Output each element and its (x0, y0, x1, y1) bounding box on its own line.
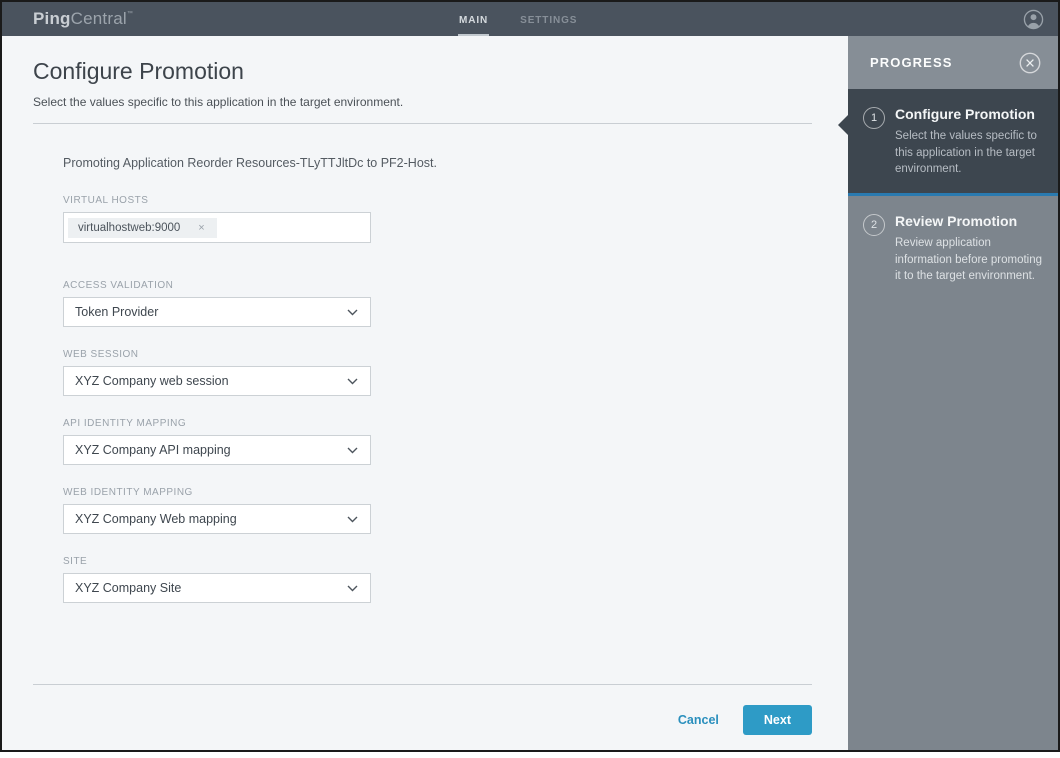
remove-tag-icon[interactable]: × (198, 222, 204, 234)
step-number-badge: 2 (863, 214, 885, 236)
promotion-form: VIRTUAL HOSTS virtualhostweb:9000 × ACCE… (63, 195, 812, 603)
logo-text-light: Central (71, 9, 127, 28)
footer-divider (33, 684, 812, 685)
progress-sidebar: PROGRESS 1 Configure Promotion Select th… (848, 36, 1058, 750)
progress-step-configure-promotion[interactable]: 1 Configure Promotion Select the values … (848, 89, 1058, 196)
web-identity-mapping-value: XYZ Company Web mapping (75, 512, 237, 526)
cancel-button[interactable]: Cancel (678, 713, 719, 727)
header-divider (33, 123, 812, 124)
step-description: Review application information before pr… (895, 235, 1043, 285)
active-step-pointer (838, 115, 848, 135)
api-identity-mapping-select[interactable]: XYZ Company API mapping (63, 435, 371, 465)
page-subtitle: Select the values specific to this appli… (33, 95, 812, 109)
page-title: Configure Promotion (33, 58, 812, 85)
configure-promotion-panel: Configure Promotion Select the values sp… (2, 36, 848, 750)
site-value: XYZ Company Site (75, 581, 181, 595)
access-validation-label: ACCESS VALIDATION (63, 280, 812, 291)
virtual-host-tag-text: virtualhostweb:9000 (78, 222, 180, 234)
web-session-label: WEB SESSION (63, 349, 812, 360)
web-session-select[interactable]: XYZ Company web session (63, 366, 371, 396)
web-identity-mapping-select[interactable]: XYZ Company Web mapping (63, 504, 371, 534)
virtual-hosts-field: VIRTUAL HOSTS virtualhostweb:9000 × (63, 195, 812, 243)
site-field: SITE XYZ Company Site (63, 556, 812, 603)
step-title: Review Promotion (895, 213, 1043, 229)
virtual-hosts-label: VIRTUAL HOSTS (63, 195, 812, 206)
virtual-host-tag: virtualhostweb:9000 × (68, 218, 217, 238)
step-description: Select the values specific to this appli… (895, 128, 1043, 178)
logo-text-bold: Ping (33, 9, 71, 28)
web-identity-mapping-label: WEB IDENTITY MAPPING (63, 487, 812, 498)
site-label: SITE (63, 556, 812, 567)
api-identity-mapping-value: XYZ Company API mapping (75, 443, 231, 457)
step-number-badge: 1 (863, 107, 885, 129)
logo-trademark: ™ (127, 11, 133, 17)
user-account-icon[interactable] (1023, 9, 1044, 30)
web-identity-mapping-field: WEB IDENTITY MAPPING XYZ Company Web map… (63, 487, 812, 534)
tab-settings[interactable]: SETTINGS (519, 2, 578, 36)
progress-header: PROGRESS (848, 36, 1058, 89)
footer-actions: Cancel Next (33, 705, 812, 735)
step-title: Configure Promotion (895, 106, 1043, 122)
chevron-down-icon (347, 378, 358, 385)
promotion-summary-text: Promoting Application Reorder Resources-… (63, 156, 812, 170)
api-identity-mapping-field: API IDENTITY MAPPING XYZ Company API map… (63, 418, 812, 465)
api-identity-mapping-label: API IDENTITY MAPPING (63, 418, 812, 429)
sidebar-filler (848, 300, 1058, 750)
web-session-value: XYZ Company web session (75, 374, 229, 388)
access-validation-select[interactable]: Token Provider (63, 297, 371, 327)
nav-tabs: MAIN SETTINGS (458, 2, 578, 36)
chevron-down-icon (347, 516, 358, 523)
step-text: Configure Promotion Select the values sp… (895, 106, 1043, 178)
access-validation-field: ACCESS VALIDATION Token Provider (63, 280, 812, 327)
next-button[interactable]: Next (743, 705, 812, 735)
top-navbar: PingCentral™ MAIN SETTINGS (2, 2, 1058, 36)
chevron-down-icon (347, 447, 358, 454)
access-validation-value: Token Provider (75, 305, 158, 319)
chevron-down-icon (347, 309, 358, 316)
pingcentral-logo[interactable]: PingCentral™ (2, 9, 133, 29)
progress-title: PROGRESS (870, 55, 952, 70)
tab-main[interactable]: MAIN (458, 2, 489, 36)
chevron-down-icon (347, 585, 358, 592)
step-text: Review Promotion Review application info… (895, 213, 1043, 285)
progress-step-review-promotion[interactable]: 2 Review Promotion Review application in… (848, 196, 1058, 300)
web-session-field: WEB SESSION XYZ Company web session (63, 349, 812, 396)
close-progress-icon[interactable] (1019, 52, 1041, 74)
site-select[interactable]: XYZ Company Site (63, 573, 371, 603)
app-window: PingCentral™ MAIN SETTINGS Configure Pro… (0, 0, 1060, 752)
virtual-hosts-input[interactable]: virtualhostweb:9000 × (63, 212, 371, 243)
